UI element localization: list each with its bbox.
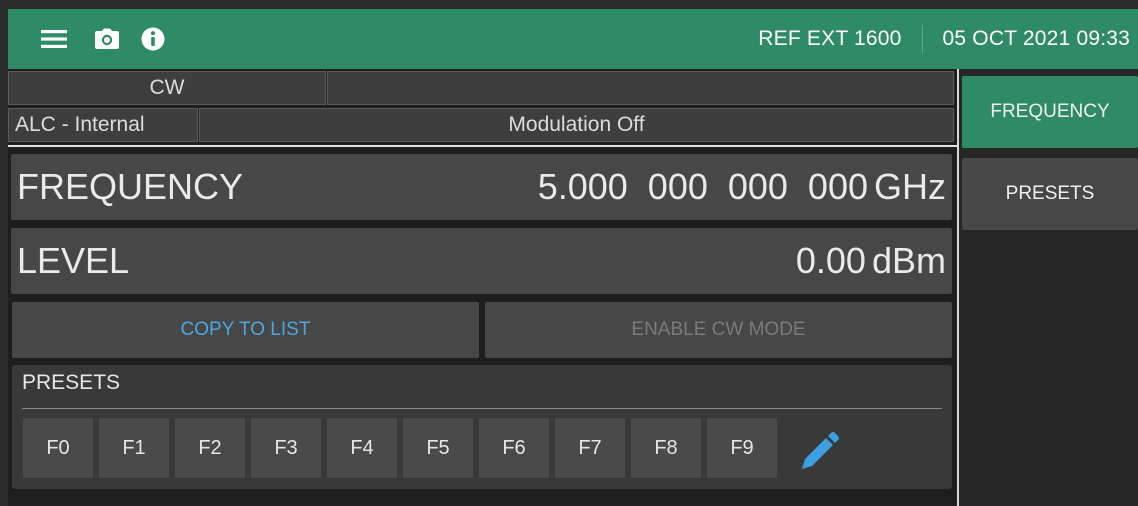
mode-status: CW bbox=[8, 71, 326, 105]
frequency-value: 5.000 000 000 000 bbox=[537, 166, 868, 207]
preset-key-f6[interactable]: F6 bbox=[479, 418, 549, 478]
main-panel: CW ALC - Internal Modulation Off FREQUEN… bbox=[8, 69, 958, 506]
preset-key-f5[interactable]: F5 bbox=[403, 418, 473, 478]
pencil-icon[interactable] bbox=[796, 431, 842, 473]
frequency-label: FREQUENCY bbox=[17, 166, 244, 207]
preset-key-f2[interactable]: F2 bbox=[175, 418, 245, 478]
frequency-unit: GHz bbox=[874, 166, 946, 207]
camera-icon[interactable] bbox=[94, 9, 120, 69]
date-time: 05 OCT 2021 09:33 bbox=[942, 27, 1130, 50]
preset-keys: F0 F1 F2 F3 F4 F5 F6 F7 F8 F9 bbox=[23, 418, 777, 478]
mode-detail-status bbox=[327, 71, 954, 105]
reference-status: REF EXT 1600 bbox=[758, 27, 902, 50]
side-menu: FREQUENCY PRESETS bbox=[959, 69, 1138, 506]
top-bar: REF EXT 1600 05 OCT 2021 09:33 bbox=[8, 9, 1138, 69]
level-value: 0.00 bbox=[795, 240, 866, 281]
copy-to-list-button[interactable]: COPY TO LIST bbox=[12, 302, 479, 358]
info-icon[interactable] bbox=[140, 9, 166, 69]
preset-key-f7[interactable]: F7 bbox=[555, 418, 625, 478]
side-menu-presets[interactable]: PRESETS bbox=[962, 158, 1138, 230]
preset-key-f4[interactable]: F4 bbox=[327, 418, 397, 478]
level-unit: dBm bbox=[871, 240, 946, 281]
preset-key-f3[interactable]: F3 bbox=[251, 418, 321, 478]
level-row[interactable]: LEVEL 0.00 dBm bbox=[11, 228, 952, 294]
level-label: LEVEL bbox=[17, 240, 130, 281]
frequency-row[interactable]: FREQUENCY 5.000 000 000 000 GHz bbox=[11, 154, 952, 220]
alc-status: ALC - Internal bbox=[8, 108, 198, 142]
preset-key-f0[interactable]: F0 bbox=[23, 418, 93, 478]
modulation-status: Modulation Off bbox=[199, 108, 954, 142]
preset-key-f8[interactable]: F8 bbox=[631, 418, 701, 478]
menu-icon[interactable] bbox=[40, 9, 68, 69]
preset-key-f9[interactable]: F9 bbox=[707, 418, 777, 478]
presets-divider bbox=[22, 408, 942, 409]
preset-key-f1[interactable]: F1 bbox=[99, 418, 169, 478]
status-divider bbox=[8, 145, 958, 147]
presets-panel: PRESETS F0 F1 F2 F3 F4 F5 F6 F7 F8 F9 bbox=[12, 365, 952, 489]
enable-cw-mode-button[interactable]: ENABLE CW MODE bbox=[485, 302, 952, 358]
side-menu-frequency[interactable]: FREQUENCY bbox=[962, 76, 1138, 148]
presets-title: PRESETS bbox=[22, 371, 121, 394]
